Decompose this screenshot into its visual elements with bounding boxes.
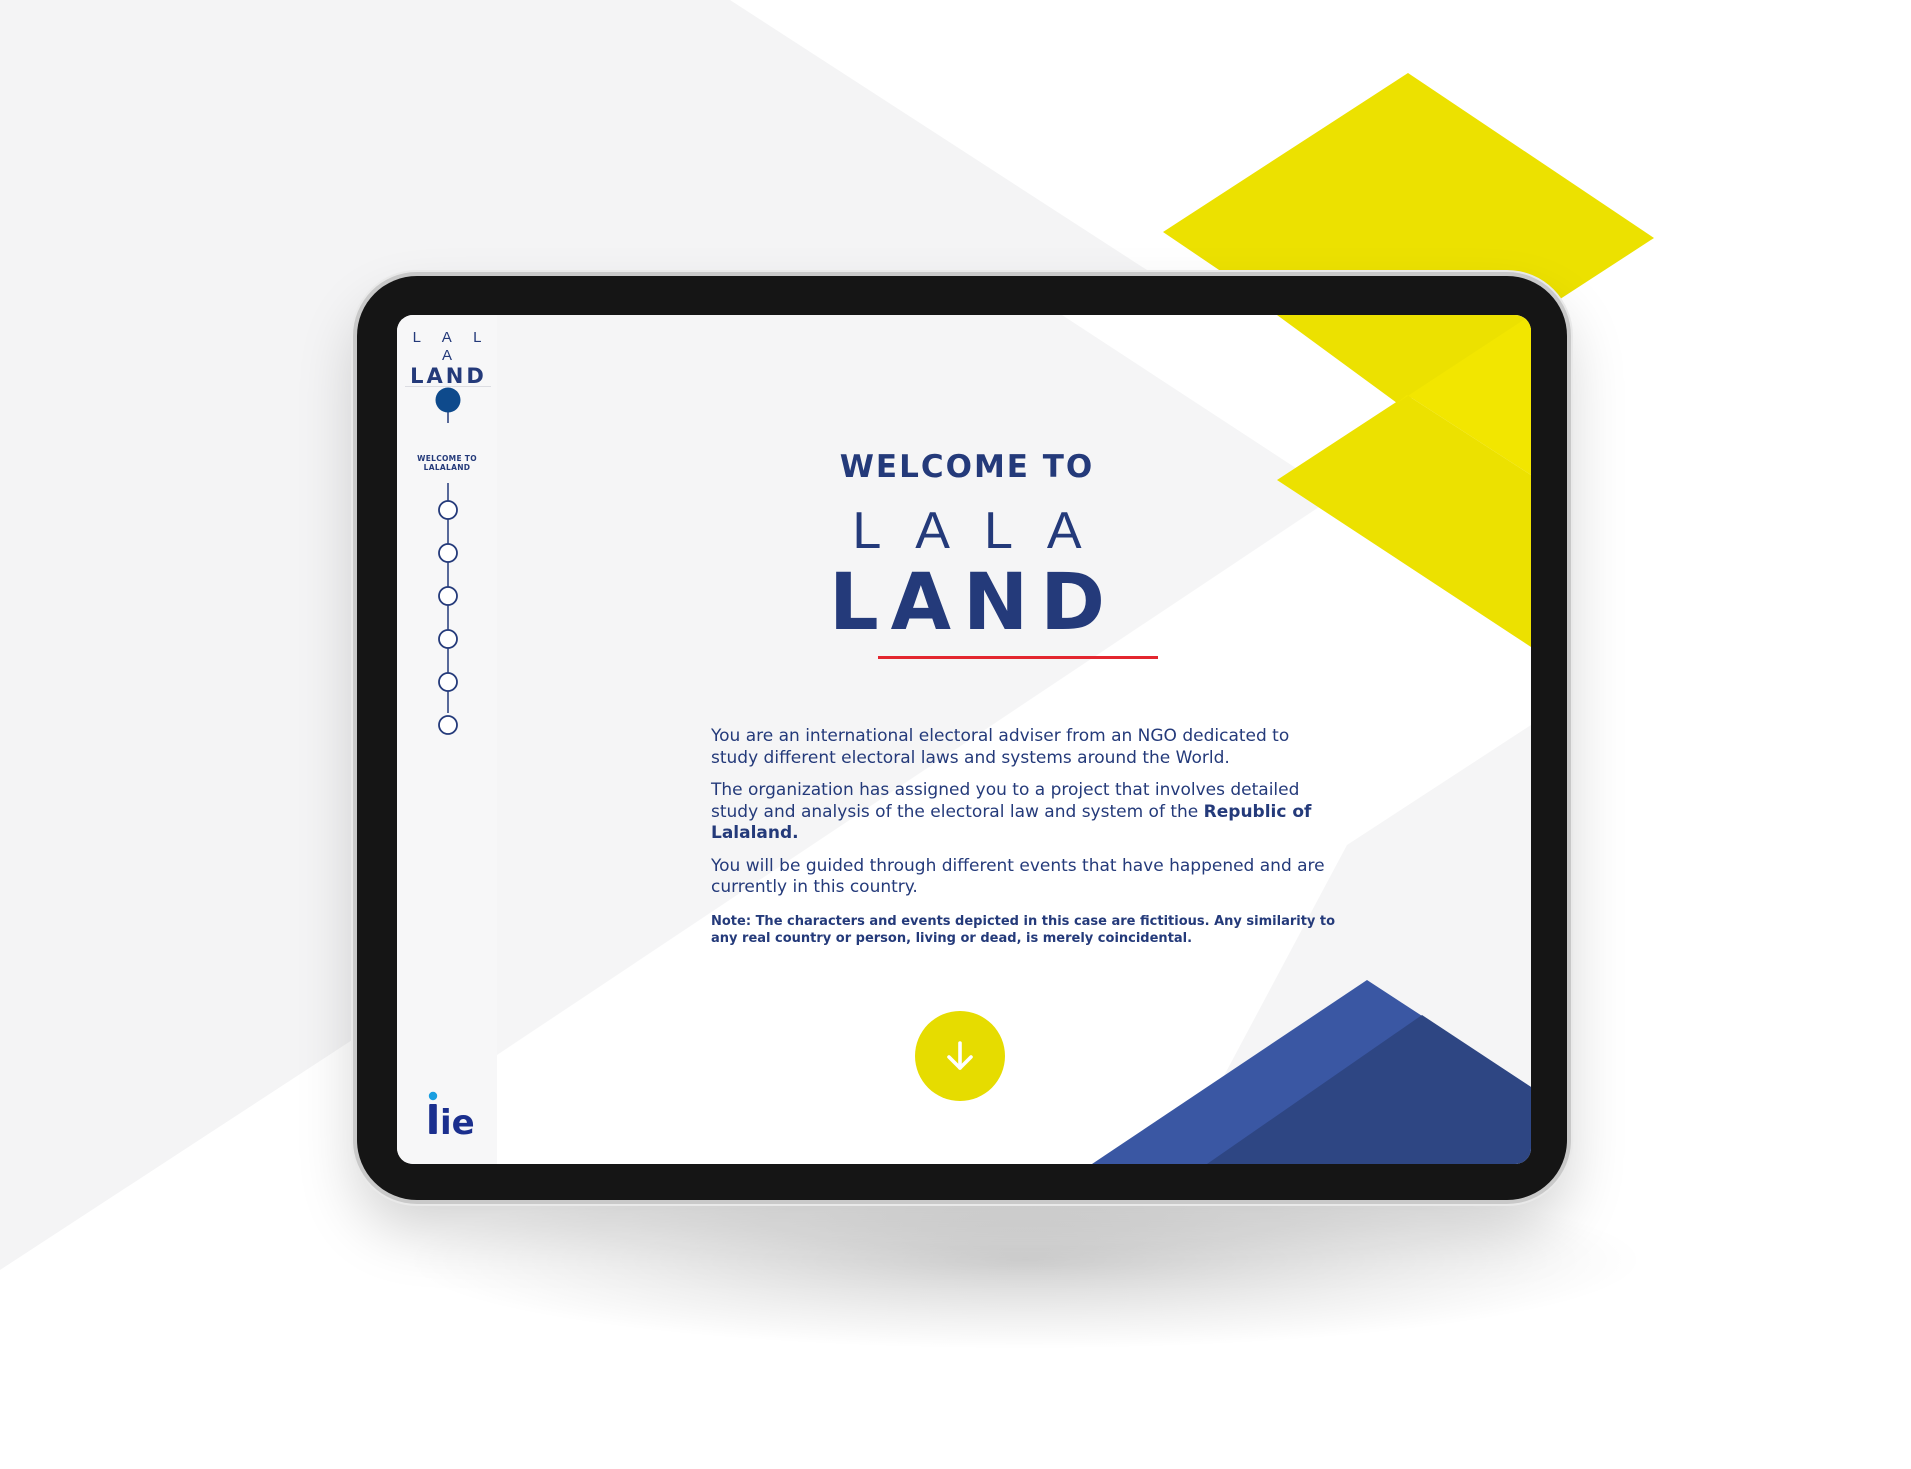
step-dot-6 — [438, 672, 458, 692]
sidebar-navigation: L A L A LAND WELCOME TO LALALAND ie — [397, 315, 497, 1164]
intro-text: You are an international electoral advis… — [711, 726, 1351, 958]
ie-logo-text: ie — [440, 1103, 475, 1140]
active-step-label-line1: WELCOME TO — [417, 454, 477, 463]
arrow-down-icon — [947, 1041, 973, 1070]
welcome-heading: WELCOME TO — [839, 449, 1095, 485]
ie-logo: ie — [428, 1091, 475, 1140]
title-lala: LALA — [852, 502, 1116, 560]
step-dot-5 — [438, 629, 458, 649]
scroll-down-button[interactable] — [915, 1011, 1005, 1101]
title-land: LAND — [828, 558, 1118, 648]
intro-paragraph-2: The organization has assigned you to a p… — [711, 780, 1351, 845]
step-dot-7 — [438, 715, 458, 735]
active-step-label[interactable]: WELCOME TO LALALAND — [397, 454, 497, 472]
app-screen: L A L A LAND WELCOME TO LALALAND ie WELC… — [397, 315, 1531, 1164]
disclaimer-note: Note: The characters and events depicted… — [711, 913, 1336, 946]
step-dot-2 — [438, 500, 458, 520]
title-underline — [878, 656, 1158, 659]
step-dot-4 — [438, 586, 458, 606]
active-step-label-line2: LALALAND — [423, 463, 471, 472]
step-dot-3 — [438, 543, 458, 563]
presentation-stage: L A L A LAND WELCOME TO LALALAND ie WELC… — [0, 0, 1911, 1469]
intro-paragraph-3: You will be guided through different eve… — [711, 855, 1325, 898]
intro-paragraph-1: You are an international electoral advis… — [711, 726, 1290, 768]
progress-steps — [435, 387, 461, 735]
step-dot-active — [435, 387, 461, 413]
